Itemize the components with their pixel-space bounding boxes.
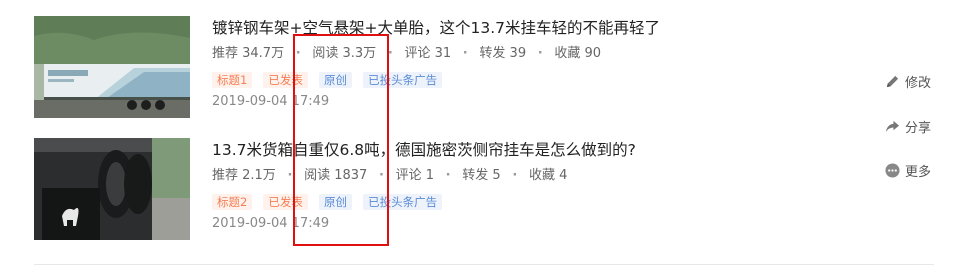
edit-button[interactable]: 修改 xyxy=(885,72,931,91)
more-label: 更多 xyxy=(905,165,932,180)
favorite-count: 收藏 4 xyxy=(528,168,568,183)
original-tag: 原创 xyxy=(319,194,353,210)
stat-separator: · xyxy=(537,46,543,61)
share-arrow-icon xyxy=(885,120,900,133)
list-divider xyxy=(34,264,934,265)
article-stats: 推荐 34.7万 · 阅读 3.3万 · 评论 31 · 转发 39 · 收藏 … xyxy=(212,45,812,63)
share-label: 分享 xyxy=(905,121,932,136)
title-label-tag: 标题1 xyxy=(212,72,253,88)
share-count: 转发 39 xyxy=(479,46,527,61)
stat-separator: · xyxy=(295,46,301,61)
article-thumbnail-1[interactable] xyxy=(34,16,190,118)
more-dots-icon xyxy=(885,163,900,178)
favorite-count: 收藏 90 xyxy=(554,46,602,61)
comment-count[interactable]: 评论 31 xyxy=(404,45,451,63)
read-count: 阅读 1837 xyxy=(304,168,368,183)
article-tags: 标题2 已发表 原创 已投头条广告 xyxy=(212,191,812,210)
published-status-tag: 已发表 xyxy=(263,194,308,210)
ad-tag[interactable]: 已投头条广告 xyxy=(363,72,443,88)
stat-separator: · xyxy=(462,46,468,61)
comment-count[interactable]: 评论 1 xyxy=(396,167,434,185)
share-count: 转发 5 xyxy=(462,168,501,183)
stat-separator: · xyxy=(287,168,293,183)
ad-tag[interactable]: 已投头条广告 xyxy=(363,194,443,210)
article-thumbnail-2[interactable] xyxy=(34,138,190,240)
publish-date: 2019-09-04 17:49 xyxy=(212,94,330,109)
more-button[interactable]: 更多 xyxy=(885,161,931,180)
read-count: 阅读 3.3万 xyxy=(312,46,377,61)
article-tags: 标题1 已发表 原创 已投头条广告 xyxy=(212,69,812,88)
original-tag: 原创 xyxy=(319,72,353,88)
recommend-count: 推荐 2.1万 xyxy=(212,168,276,183)
recommend-count: 推荐 34.7万 xyxy=(212,46,285,61)
stat-separator: · xyxy=(387,46,393,61)
article-title[interactable]: 镀锌钢车架+空气悬架+大单胎，这个13.7米挂车轻的不能再轻了 xyxy=(212,16,812,40)
article-item-2: 13.7米货箱自重仅6.8吨，德国施密茨侧帘挂车是怎么做到的? 推荐 2.1万 … xyxy=(34,138,934,248)
published-status-tag: 已发表 xyxy=(263,72,308,88)
edit-label: 修改 xyxy=(905,76,932,91)
stat-separator: · xyxy=(445,168,451,183)
article-stats: 推荐 2.1万 · 阅读 1837 · 评论 1 · 转发 5 · 收藏 4 xyxy=(212,167,812,185)
stat-separator: · xyxy=(378,168,384,183)
share-button[interactable]: 分享 xyxy=(885,117,931,136)
article-title[interactable]: 13.7米货箱自重仅6.8吨，德国施密茨侧帘挂车是怎么做到的? xyxy=(212,138,812,162)
article-item-1: 镀锌钢车架+空气悬架+大单胎，这个13.7米挂车轻的不能再轻了 推荐 34.7万… xyxy=(34,16,934,126)
pencil-icon xyxy=(886,75,899,88)
stat-separator: · xyxy=(512,168,518,183)
publish-date: 2019-09-04 17:49 xyxy=(212,216,330,231)
title-label-tag: 标题2 xyxy=(212,194,253,210)
